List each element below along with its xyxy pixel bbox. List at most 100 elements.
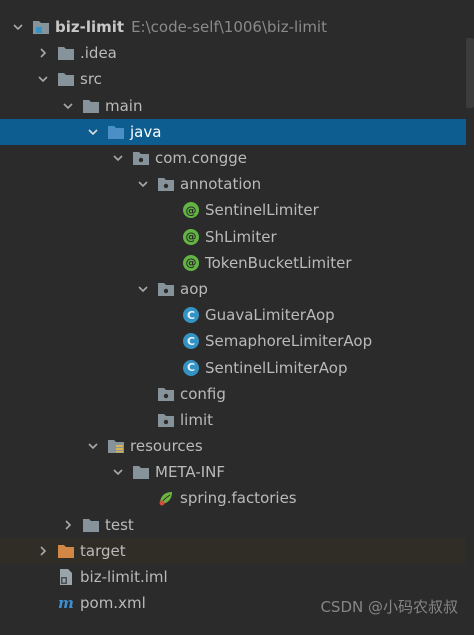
class-badge: C [183, 359, 199, 376]
file-label: SemaphoreLimiterAop [205, 332, 373, 351]
tree-node-limit[interactable]: limit [0, 407, 466, 433]
tree-node-target[interactable]: target [0, 537, 466, 564]
folder-label: target [80, 541, 126, 560]
tree-node-resources[interactable]: resources [0, 433, 466, 459]
spring-leaf-icon [157, 489, 175, 507]
folder-icon [82, 516, 100, 534]
chevron-right-icon[interactable] [60, 517, 76, 533]
tree-node-idea[interactable]: .idea [0, 40, 466, 66]
tree-node-aop[interactable]: aop [0, 276, 466, 302]
file-label: SentinelLimiter [205, 201, 319, 220]
package-label: config [180, 384, 226, 403]
chevron-down-icon[interactable] [85, 438, 101, 454]
file-label: pom.xml [80, 594, 146, 613]
tree-node-token-bucket-limiter[interactable]: @ TokenBucketLimiter [0, 250, 466, 276]
tree-node-sentinel-limiter[interactable]: @ SentinelLimiter [0, 197, 466, 223]
class-icon: C [182, 332, 200, 350]
tree-node-guava-limiter-aop[interactable]: C GuavaLimiterAop [0, 302, 466, 328]
svg-text:m: m [58, 595, 74, 611]
folder-icon [132, 463, 150, 481]
package-label: annotation [180, 175, 262, 194]
tree-node-config[interactable]: config [0, 381, 466, 407]
folder-icon [57, 70, 75, 88]
tree-node-project-root[interactable]: biz-limit E:\code-self\1006\biz-limit [0, 14, 466, 40]
folder-label: src [80, 70, 102, 89]
tree-node-spring-factories[interactable]: spring.factories [0, 485, 466, 511]
annotation-badge: @ [183, 228, 199, 245]
annotation-badge: @ [183, 254, 199, 271]
file-label: spring.factories [180, 489, 297, 508]
folder-label: java [130, 122, 162, 141]
package-icon [157, 175, 175, 193]
annotation-icon: @ [182, 228, 200, 246]
chevron-down-icon[interactable] [135, 176, 151, 192]
folder-label: test [105, 515, 134, 534]
chevron-down-icon[interactable] [85, 124, 101, 140]
folder-label: .idea [80, 44, 117, 63]
class-badge: C [183, 333, 199, 350]
class-badge: C [183, 307, 199, 324]
chevron-right-icon[interactable] [35, 543, 51, 559]
tree-node-test[interactable]: test [0, 512, 466, 538]
resources-folder-icon [107, 437, 125, 455]
annotation-badge: @ [183, 202, 199, 219]
project-tree: biz-limit E:\code-self\1006\biz-limit .i… [0, 14, 466, 616]
tree-node-sh-limiter[interactable]: @ ShLimiter [0, 224, 466, 250]
file-label: SentinelLimiterAop [205, 358, 348, 377]
tree-node-sentinel-limiter-aop[interactable]: C SentinelLimiterAop [0, 354, 466, 380]
tree-node-annotation[interactable]: annotation [0, 171, 466, 197]
tree-node-main[interactable]: main [0, 93, 466, 119]
chevron-down-icon[interactable] [35, 71, 51, 87]
file-label: GuavaLimiterAop [205, 306, 335, 325]
folder-label: resources [130, 437, 203, 456]
tree-node-package[interactable]: com.congge [0, 145, 466, 171]
class-icon: C [182, 359, 200, 377]
file-label: biz-limit.iml [80, 568, 168, 587]
package-icon [132, 149, 150, 167]
folder-label: META-INF [155, 463, 226, 482]
source-folder-icon [107, 123, 125, 141]
folder-icon [57, 44, 75, 62]
excluded-folder-icon [57, 542, 75, 560]
tree-node-src[interactable]: src [0, 66, 466, 92]
package-label: com.congge [155, 149, 248, 168]
chevron-down-icon[interactable] [60, 98, 76, 114]
package-icon [157, 280, 175, 298]
class-icon: C [182, 306, 200, 324]
chevron-down-icon[interactable] [135, 281, 151, 297]
vertical-scrollbar[interactable] [466, 38, 474, 108]
folder-label: main [105, 96, 143, 115]
annotation-icon: @ [182, 201, 200, 219]
tree-node-java[interactable]: java [0, 118, 466, 145]
tree-node-semaphore-limiter-aop[interactable]: C SemaphoreLimiterAop [0, 328, 466, 354]
chevron-right-icon[interactable] [35, 45, 51, 61]
file-label: ShLimiter [205, 227, 277, 246]
iml-file-icon [57, 568, 75, 586]
annotation-icon: @ [182, 254, 200, 272]
module-folder-icon [32, 18, 50, 36]
package-icon [157, 385, 175, 403]
chevron-down-icon[interactable] [110, 150, 126, 166]
chevron-down-icon[interactable] [10, 19, 26, 35]
folder-icon [82, 97, 100, 115]
package-label: limit [180, 410, 213, 429]
package-icon [157, 411, 175, 429]
tree-node-iml[interactable]: biz-limit.iml [0, 564, 466, 590]
project-path: E:\code-self\1006\biz-limit [131, 18, 327, 37]
package-label: aop [180, 279, 208, 298]
chevron-down-icon[interactable] [110, 464, 126, 480]
tree-node-meta-inf[interactable]: META-INF [0, 459, 466, 485]
project-tool-window: biz-limit E:\code-self\1006\biz-limit .i… [0, 0, 474, 635]
file-label: TokenBucketLimiter [205, 253, 352, 272]
project-name: biz-limit [55, 18, 125, 37]
